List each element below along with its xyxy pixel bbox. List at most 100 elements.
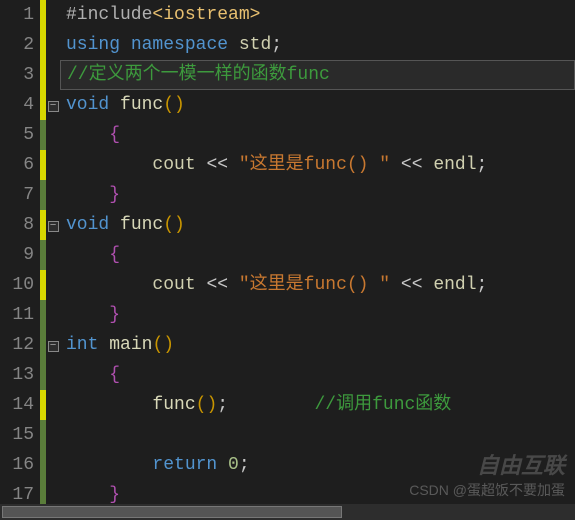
code-token: ; [271,35,282,55]
code-token [98,335,109,355]
code-token: cout [152,275,195,295]
fold-cell [46,420,60,450]
code-line[interactable]: } [60,180,575,210]
fold-cell [46,270,60,300]
code-token: { [109,245,120,265]
code-token: () [163,95,185,115]
line-number: 2 [0,30,34,60]
line-number: 9 [0,240,34,270]
code-area[interactable]: #include<iostream>using namespace std;//… [60,0,575,520]
code-line[interactable]: #include<iostream> [60,0,575,30]
code-token: namespace [131,35,228,55]
fold-cell [46,300,60,330]
fold-collapse-icon[interactable]: − [48,221,59,232]
code-token: //调用func函数 [314,395,451,415]
line-number-gutter: 1234567891011121314151617 [0,0,40,520]
code-token [228,395,314,415]
code-token [228,275,239,295]
code-token: } [109,185,120,205]
code-token: ; [477,155,488,175]
code-token: <iostream> [152,5,260,25]
fold-cell [46,0,60,30]
code-line[interactable]: cout << "这里是func() " << endl; [60,150,575,180]
code-token [228,35,239,55]
code-token: { [109,125,120,145]
line-number: 14 [0,390,34,420]
code-token [196,155,207,175]
code-line[interactable]: return 0; [60,450,575,480]
fold-cell [46,30,60,60]
fold-cell [46,450,60,480]
code-token: << [401,155,423,175]
code-token: } [109,485,120,505]
code-token: "这里是func() " [239,155,390,175]
code-token: #include [66,5,152,25]
fold-cell [46,240,60,270]
scrollbar-thumb[interactable] [2,506,342,518]
code-line[interactable]: void func() [60,90,575,120]
code-line[interactable]: { [60,360,575,390]
code-token: void [66,215,109,235]
fold-cell[interactable]: − [46,90,60,120]
code-line[interactable]: func(); //调用func函数 [60,390,575,420]
code-line[interactable]: } [60,300,575,330]
fold-cell [46,120,60,150]
code-token: () [196,395,218,415]
code-token [217,455,228,475]
code-token: { [109,365,120,385]
code-token [228,155,239,175]
code-token [196,275,207,295]
code-token: std [239,35,271,55]
code-editor[interactable]: 1234567891011121314151617 −−− #include<i… [0,0,575,520]
line-number: 13 [0,360,34,390]
code-line[interactable]: { [60,240,575,270]
code-token: ; [477,275,488,295]
code-token: ; [239,455,250,475]
code-token: //定义两个一模一样的函数func [67,65,330,85]
line-number: 10 [0,270,34,300]
code-line[interactable]: using namespace std; [60,30,575,60]
line-number: 12 [0,330,34,360]
code-line[interactable]: int main() [60,330,575,360]
code-token: func [120,95,163,115]
code-line[interactable]: void func() [60,210,575,240]
fold-cell [46,150,60,180]
code-token: cout [152,155,195,175]
code-line[interactable] [60,420,575,450]
code-token: << [206,275,228,295]
code-line[interactable]: //定义两个一模一样的函数func [60,60,575,90]
code-token [390,155,401,175]
code-token: void [66,95,109,115]
code-line[interactable]: cout << "这里是func() " << endl; [60,270,575,300]
line-number: 8 [0,210,34,240]
fold-cell [46,360,60,390]
code-token: func [152,395,195,415]
code-token: ; [217,395,228,415]
line-number: 15 [0,420,34,450]
code-token: } [109,305,120,325]
code-token: () [163,215,185,235]
code-token: int [66,335,98,355]
code-token [120,35,131,55]
fold-column: − − − [46,0,60,520]
line-number: 1 [0,0,34,30]
code-token [109,215,120,235]
code-token: main [109,335,152,355]
code-token [109,95,120,115]
code-token [390,275,401,295]
fold-collapse-icon[interactable]: − [48,341,59,352]
fold-cell[interactable]: − [46,330,60,360]
code-token: << [206,155,228,175]
line-number: 6 [0,150,34,180]
code-token: 0 [228,455,239,475]
code-token: using [66,35,120,55]
fold-cell [46,390,60,420]
code-line[interactable]: { [60,120,575,150]
code-token: endl [433,155,476,175]
code-token: return [152,455,217,475]
code-token: func [120,215,163,235]
code-token [423,155,434,175]
fold-cell[interactable]: − [46,210,60,240]
fold-collapse-icon[interactable]: − [48,101,59,112]
horizontal-scrollbar[interactable] [0,504,575,520]
